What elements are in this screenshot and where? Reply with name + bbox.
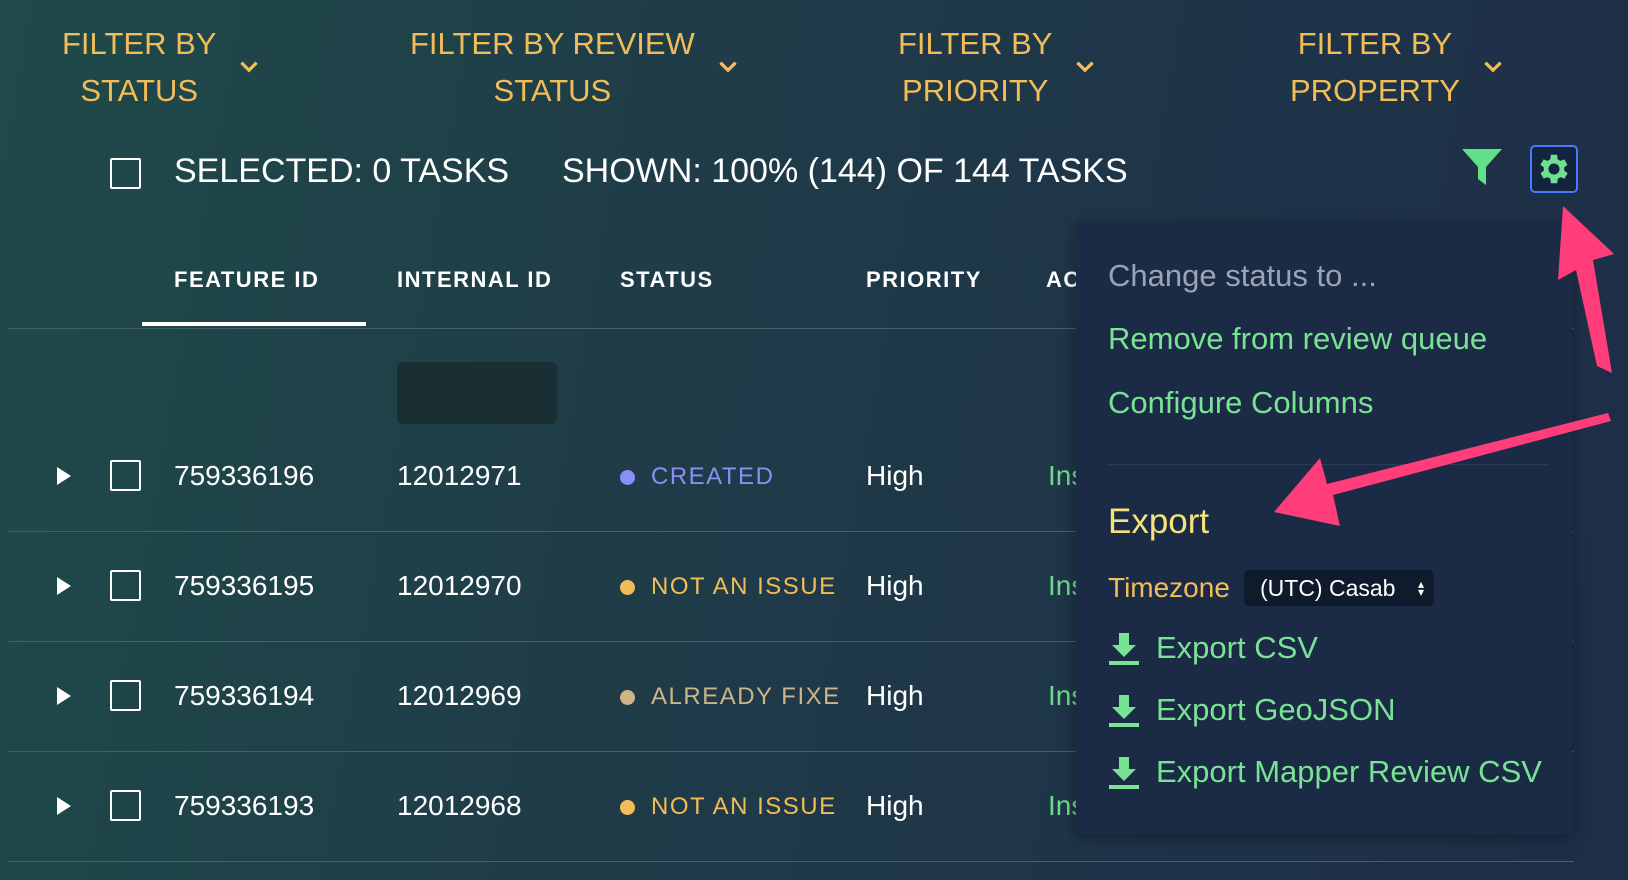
filter-label: FILTER BY STATUS (62, 26, 217, 108)
internal-id-cell: 12012969 (397, 680, 522, 711)
timezone-select[interactable]: (UTC) Casab ▴ ▾ (1244, 570, 1434, 606)
select-arrows-icon: ▴ ▾ (1417, 577, 1424, 599)
priority-cell: High (866, 790, 924, 821)
status-dot (620, 469, 635, 485)
filter-by-priority-dropdown[interactable]: FILTER BY PRIORITY (898, 20, 1098, 114)
download-icon (1109, 757, 1139, 789)
filter-by-review-status-dropdown[interactable]: FILTER BY REVIEW STATUS (410, 20, 741, 114)
expand-arrow-icon[interactable] (56, 576, 72, 596)
status-dot (620, 689, 635, 705)
filter-label: FILTER BY PROPERTY (1290, 26, 1460, 108)
row-divider (8, 861, 1574, 862)
filter-by-status-dropdown[interactable]: FILTER BY STATUS (62, 20, 262, 114)
status-cell: NOT AN ISSUE (620, 573, 838, 601)
export-heading: Export (1108, 502, 1210, 541)
feature-id-cell: 759336194 (174, 680, 315, 711)
settings-dropdown-menu: Change status to ... Remove from review … (1076, 222, 1572, 834)
column-header-actions[interactable]: AC (1046, 267, 1076, 293)
chevron-down-icon (1072, 54, 1098, 80)
selected-count: SELECTED: 0 TASKS (174, 152, 510, 190)
row-checkbox[interactable] (110, 790, 141, 821)
internal-id-filter-input[interactable] (397, 362, 557, 424)
internal-id-cell: 12012968 (397, 790, 522, 821)
export-geojson-button[interactable]: Export GeoJSON (1108, 692, 1395, 728)
expand-arrow-icon[interactable] (56, 686, 72, 706)
menu-divider (1108, 464, 1548, 465)
shown-count: SHOWN: 100% (144) OF 144 TASKS (562, 152, 1128, 190)
inspect-link[interactable]: Ins (1048, 460, 1078, 492)
export-csv-button[interactable]: Export CSV (1108, 630, 1318, 666)
chevron-down-icon (715, 54, 741, 80)
feature-id-cell: 759336196 (174, 460, 315, 491)
row-checkbox[interactable] (110, 570, 141, 601)
remove-from-review-queue-menu-item[interactable]: Remove from review queue (1108, 321, 1487, 357)
filter-by-property-dropdown[interactable]: FILTER BY PROPERTY (1290, 20, 1506, 114)
internal-id-cell: 12012970 (397, 570, 522, 601)
inspect-link[interactable]: Ins (1048, 790, 1078, 822)
download-icon (1109, 633, 1139, 665)
settings-button[interactable] (1530, 145, 1578, 193)
filter-icon[interactable] (1460, 145, 1504, 189)
export-mapper-review-csv-button[interactable]: Export Mapper Review CSV (1108, 754, 1542, 790)
column-header-feature-id[interactable]: FEATURE ID (174, 267, 319, 293)
configure-columns-menu-item[interactable]: Configure Columns (1108, 385, 1373, 421)
inspect-link[interactable]: Ins (1048, 570, 1078, 602)
gear-icon (1540, 154, 1568, 184)
row-checkbox[interactable] (110, 460, 141, 491)
inspect-link[interactable]: Ins (1048, 680, 1078, 712)
column-header-status[interactable]: STATUS (620, 267, 714, 293)
feature-id-cell: 759336193 (174, 790, 315, 821)
status-cell: ALREADY FIXED (620, 683, 838, 711)
status-dot (620, 579, 635, 595)
status-cell: NOT AN ISSUE (620, 793, 838, 821)
filter-label: FILTER BY PRIORITY (898, 26, 1053, 108)
priority-cell: High (866, 570, 924, 601)
change-status-menu-item[interactable]: Change status to ... (1108, 258, 1377, 294)
download-icon (1109, 695, 1139, 727)
priority-cell: High (866, 460, 924, 491)
filter-label: FILTER BY REVIEW STATUS (410, 26, 695, 108)
expand-arrow-icon[interactable] (56, 796, 72, 816)
internal-id-cell: 12012971 (397, 460, 522, 491)
timezone-value: (UTC) Casab (1260, 574, 1396, 601)
column-header-internal-id[interactable]: INTERNAL ID (397, 267, 552, 293)
chevron-down-icon (236, 54, 262, 80)
feature-id-cell: 759336195 (174, 570, 315, 601)
row-checkbox[interactable] (110, 680, 141, 711)
priority-cell: High (866, 680, 924, 711)
status-dot (620, 799, 635, 815)
column-header-priority[interactable]: PRIORITY (866, 267, 982, 293)
timezone-label: Timezone (1108, 572, 1230, 603)
expand-arrow-icon[interactable] (56, 466, 72, 486)
status-cell: CREATED (620, 463, 838, 491)
active-sort-indicator (142, 322, 366, 326)
chevron-down-icon (1480, 54, 1506, 80)
select-all-checkbox[interactable] (110, 158, 141, 189)
